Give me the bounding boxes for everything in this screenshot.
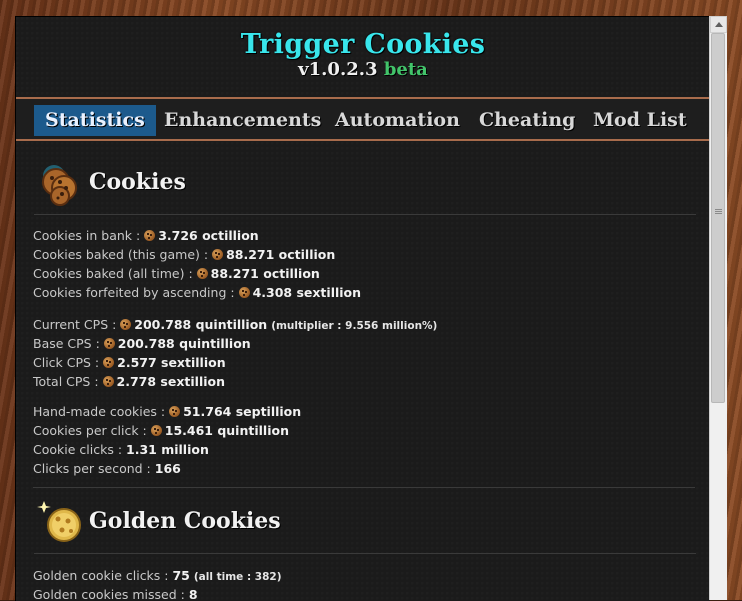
cookies-group-clicks: Hand-made cookies : 51.764 septillion Co… xyxy=(33,402,693,478)
version-number: v1.0.2.3 xyxy=(298,59,378,80)
stat-line: Hand-made cookies : 51.764 septillion xyxy=(33,404,302,419)
cookie-icon xyxy=(238,287,250,298)
tab-automation[interactable]: Automation xyxy=(324,105,471,136)
stat-line: Cookie clicks : 1.31 million xyxy=(33,442,209,457)
tab-cheating[interactable]: Cheating xyxy=(468,105,586,136)
stat-line: Golden cookie clicks : 75 (all time : 38… xyxy=(33,568,282,583)
tab-bar: Statistics Enhancements Automation Cheat… xyxy=(16,97,710,141)
stat-line: Golden cookies missed : 8 xyxy=(33,587,198,601)
cookie-icon xyxy=(120,319,132,330)
golden-group: Golden cookie clicks : 75 (all time : 38… xyxy=(33,566,693,601)
cookie-icon xyxy=(212,249,224,260)
cookie-icon xyxy=(196,268,208,279)
tab-statistics[interactable]: Statistics xyxy=(34,105,156,136)
mod-header: Trigger Cookies v1.0.2.3 beta xyxy=(16,17,710,97)
stat-line: Click CPS : 2.577 sextillion xyxy=(33,355,226,370)
stat-line: Cookies baked (this game) : 88.271 octil… xyxy=(33,247,336,262)
cookie-icon xyxy=(103,357,115,368)
stat-line: Cookies baked (all time) : 88.271 octill… xyxy=(33,266,320,281)
cookies-group-bank: Cookies in bank : 3.726 octillion Cookie… xyxy=(33,226,693,302)
stat-line: Clicks per second : 166 xyxy=(33,461,181,476)
golden-section-title: Golden Cookies xyxy=(89,508,281,534)
cookies-group-cps: Current CPS : 200.788 quintillion (multi… xyxy=(33,315,693,391)
section-divider xyxy=(33,487,695,488)
cookie-icon xyxy=(103,338,115,349)
cookie-icon xyxy=(169,406,181,417)
stat-line: Current CPS : 200.788 quintillion (multi… xyxy=(33,317,438,332)
mod-version: v1.0.2.3 beta xyxy=(16,59,710,80)
golden-cookie-icon xyxy=(37,501,81,542)
cookie-icon xyxy=(144,230,156,241)
cookie-icon xyxy=(102,376,114,387)
tab-mod-list[interactable]: Mod List xyxy=(582,105,698,136)
mod-title: Trigger Cookies xyxy=(240,29,486,60)
menu-panel: Trigger Cookies v1.0.2.3 beta Statistics… xyxy=(15,16,710,601)
golden-section-header: Golden Cookies xyxy=(34,497,696,554)
cookie-stack-icon xyxy=(42,165,77,206)
stat-line: Cookies forfeited by ascending : 4.308 s… xyxy=(33,285,362,300)
stat-line: Cookies per click : 15.461 quintillion xyxy=(33,423,289,438)
stat-line: Total CPS : 2.778 sextillion xyxy=(33,374,226,389)
beta-label: beta xyxy=(383,59,428,80)
stat-line: Base CPS : 200.788 quintillion xyxy=(33,336,251,351)
cookie-icon xyxy=(150,425,162,436)
cookies-section-title: Cookies xyxy=(89,169,186,195)
stat-line: Cookies in bank : 3.726 octillion xyxy=(33,228,259,243)
tab-enhancements[interactable]: Enhancements xyxy=(153,105,332,136)
vertical-scrollbar[interactable] xyxy=(709,16,727,600)
grip-icon xyxy=(715,209,722,210)
cookies-section-header: Cookies xyxy=(34,158,696,215)
scroll-up-arrow-icon[interactable] xyxy=(710,16,727,33)
scroll-thumb[interactable] xyxy=(711,33,725,403)
